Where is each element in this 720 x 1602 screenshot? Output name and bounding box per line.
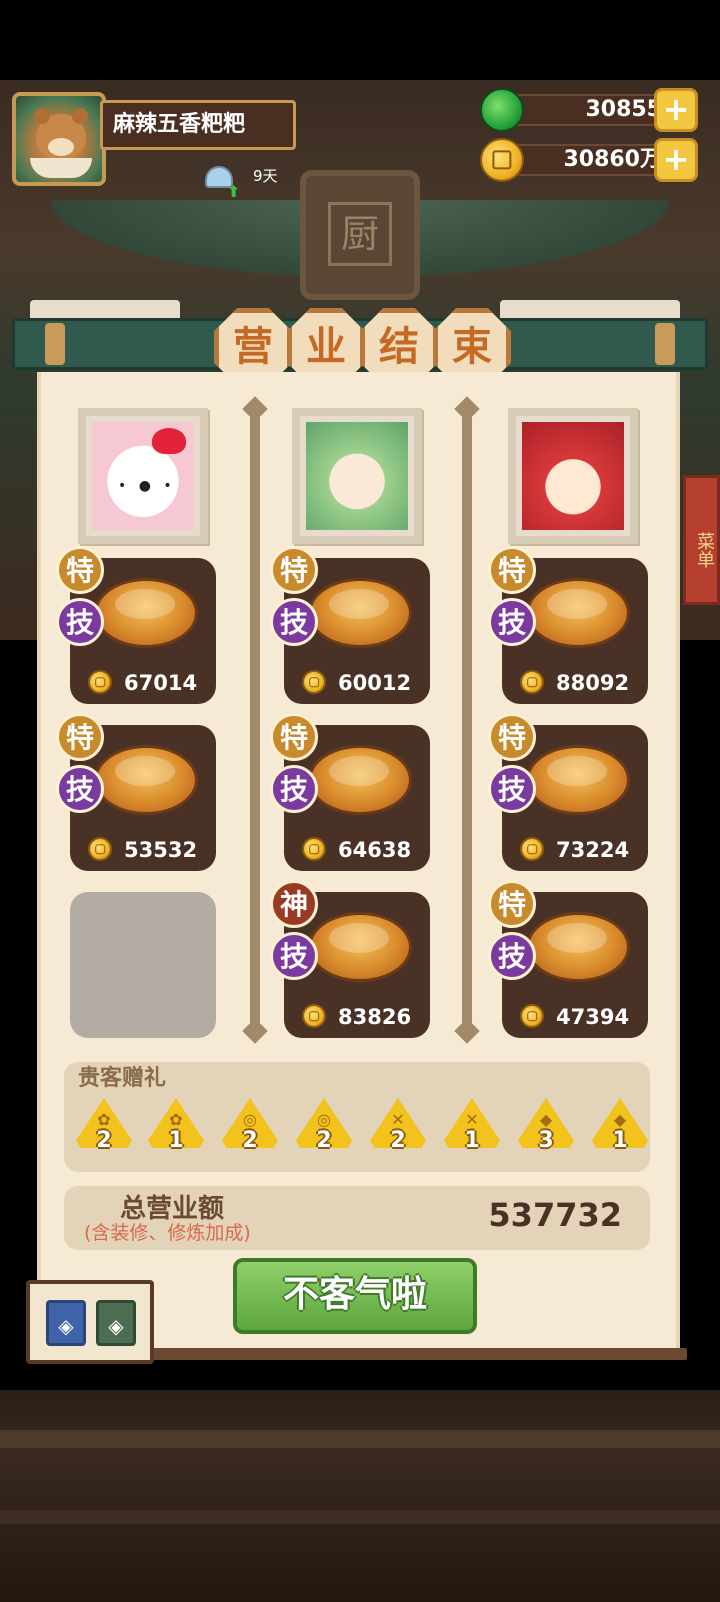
menu-tag[interactable]: 菜单 (683, 475, 720, 605)
special-badge: 特 (488, 713, 536, 761)
dish-image (308, 912, 412, 982)
dish-image (526, 578, 630, 648)
add-jade-button[interactable]: + (654, 88, 698, 132)
dish-price: 88092 (556, 671, 630, 695)
gift-item[interactable]: ◆ 1 (592, 1098, 648, 1158)
skill-badge: 技 (488, 598, 536, 646)
gift-item[interactable]: ◎ 2 (296, 1098, 352, 1158)
dish-price: 67014 (124, 671, 198, 695)
gift-item[interactable]: ◆ 3 (518, 1098, 574, 1158)
guest-portrait-green-girl[interactable] (292, 408, 422, 544)
gift-item[interactable]: ✿ 1 (148, 1098, 204, 1158)
dish-price: 47394 (556, 1005, 630, 1029)
gift-count: 1 (464, 1128, 480, 1153)
skill-badge: 技 (270, 932, 318, 980)
gift-symbol: ◎ (317, 1110, 331, 1129)
player-avatar[interactable] (12, 92, 106, 186)
special-badge: 特 (270, 713, 318, 761)
green-girl-portrait (306, 422, 408, 530)
red-girl-portrait (522, 422, 624, 530)
gift-symbol: ✿ (97, 1110, 111, 1129)
gift-symbol: ✕ (391, 1110, 405, 1129)
floor-beam (0, 1510, 720, 1524)
player-name: 麻辣五香粑粑 (100, 100, 296, 150)
column-divider (250, 410, 260, 1030)
confirm-button[interactable]: 不客气啦 (233, 1258, 477, 1334)
gift-symbol: ✿ (169, 1110, 183, 1129)
gift-symbol: ◆ (613, 1110, 627, 1129)
dish-image (526, 912, 630, 982)
bowl-icon (30, 158, 92, 178)
dish-image (94, 578, 198, 648)
guest-portrait-red-girl[interactable] (508, 408, 638, 544)
days-value: 9天 (253, 167, 278, 185)
skill-badge: 技 (488, 932, 536, 980)
kitchen-sign: 厨 (300, 170, 420, 300)
blue-tool-icon[interactable]: ◈ (46, 1300, 86, 1346)
jade-icon (480, 88, 524, 132)
gift-item[interactable]: ✕ 2 (370, 1098, 426, 1158)
tool-tray: ◈ ◈ (26, 1280, 154, 1364)
guest-portrait-hello-kitty[interactable] (78, 408, 208, 544)
gifts-label: 贵客赠礼 (78, 1066, 167, 1091)
special-badge: 特 (270, 546, 318, 594)
gift-symbol: ◎ (243, 1110, 257, 1129)
dish-image (526, 745, 630, 815)
total-revenue: 总营业额 (含装修、修炼加成) 537732 (64, 1186, 650, 1250)
skill-badge: 技 (270, 598, 318, 646)
gold-value: 30860万 (563, 147, 662, 172)
guest-gifts: 贵客赠礼 ✿ 2 ✿ 1 ◎ 2 ◎ 2 ✕ 2 ✕ 1 ◆ 3 ◆ 1 (64, 1062, 650, 1172)
dish-image (308, 745, 412, 815)
gift-item[interactable]: ✕ 1 (444, 1098, 500, 1158)
dish-price: 73224 (556, 838, 630, 862)
jade-resource: 30855 + (480, 88, 698, 132)
cloche-icon: ⬆ (205, 165, 240, 201)
gift-count: 2 (242, 1128, 258, 1153)
gold-coin-icon (480, 138, 524, 182)
skill-badge: 技 (56, 598, 104, 646)
gold-resource: 30860万 + (480, 138, 698, 182)
gift-count: 1 (612, 1128, 628, 1153)
gift-count: 2 (96, 1128, 112, 1153)
gift-count: 2 (316, 1128, 332, 1153)
dish-price: 83826 (338, 1005, 412, 1029)
up-arrow-icon: ⬆ (227, 181, 241, 201)
gift-symbol: ◆ (539, 1110, 553, 1129)
gift-item[interactable]: ◎ 2 (222, 1098, 278, 1158)
empty-dish-slot (70, 892, 216, 1038)
total-value: 537732 (488, 1196, 622, 1234)
gift-count: 2 (390, 1128, 406, 1153)
bear-muzzle (48, 138, 74, 156)
days-counter: ⬆ 9天 (205, 160, 278, 201)
gift-count: 3 (538, 1128, 554, 1153)
dish-image (308, 578, 412, 648)
divine-badge: 神 (270, 880, 318, 928)
special-badge: 特 (56, 713, 104, 761)
special-badge: 特 (56, 546, 104, 594)
gift-count: 1 (168, 1128, 184, 1153)
total-note: (含装修、修炼加成) (84, 1222, 251, 1244)
hello-kitty-portrait (92, 422, 194, 530)
skill-badge: 技 (488, 765, 536, 813)
dish-price: 60012 (338, 671, 412, 695)
gift-symbol: ✕ (465, 1110, 479, 1129)
dish-price: 64638 (338, 838, 412, 862)
gift-item[interactable]: ✿ 2 (76, 1098, 132, 1158)
floor-beam (0, 1430, 720, 1448)
dish-price: 53532 (124, 838, 198, 862)
column-divider (462, 410, 472, 1030)
green-tool-icon[interactable]: ◈ (96, 1300, 136, 1346)
special-badge: 特 (488, 880, 536, 928)
dish-image (94, 745, 198, 815)
skill-badge: 技 (56, 765, 104, 813)
kitchen-sign-char: 厨 (328, 202, 392, 266)
special-badge: 特 (488, 546, 536, 594)
add-gold-button[interactable]: + (654, 138, 698, 182)
skill-badge: 技 (270, 765, 318, 813)
floor-background (0, 1390, 720, 1602)
jade-value: 30855 (585, 97, 662, 122)
